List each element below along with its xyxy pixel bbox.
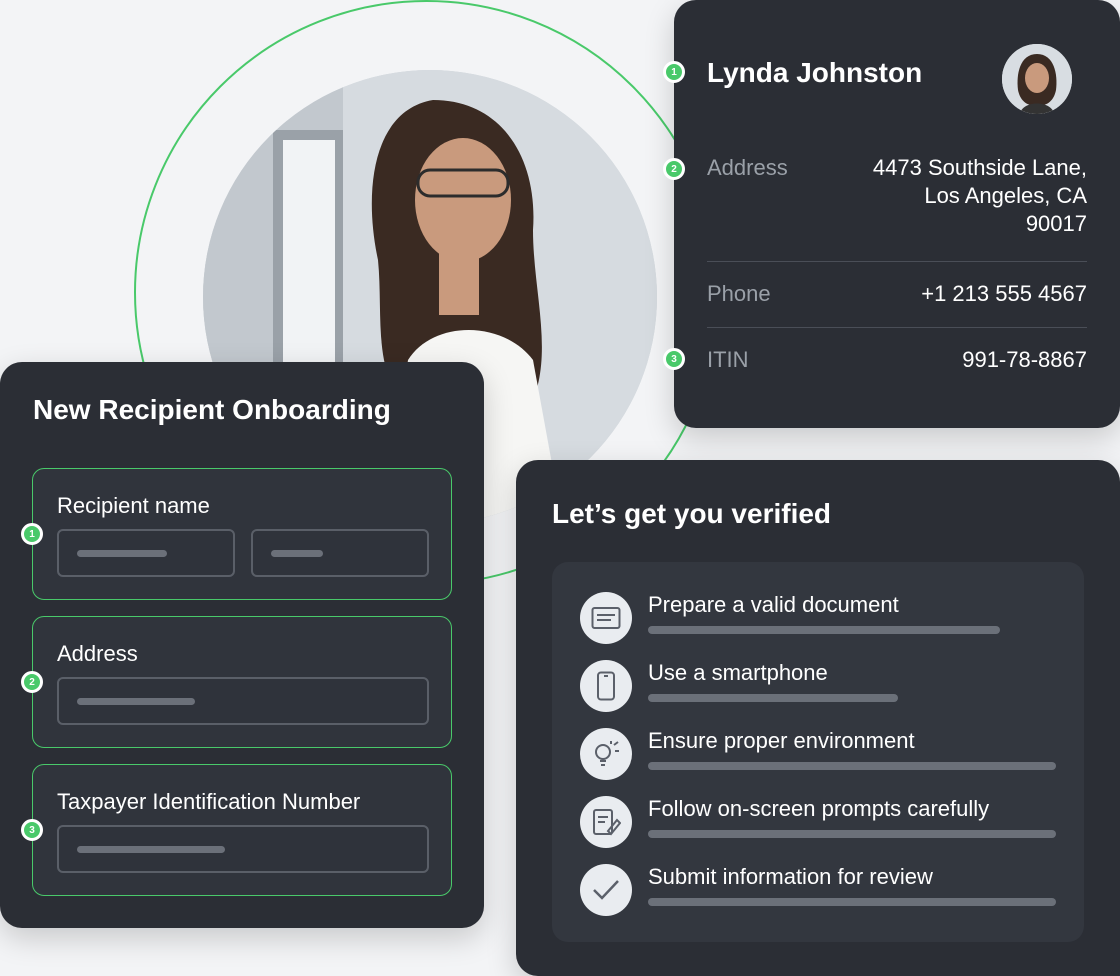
phone-value: +1 213 555 4567 — [921, 281, 1087, 306]
onboarding-card: New Recipient Onboarding Recipient name … — [0, 362, 484, 928]
step-item: Submit information for review — [552, 858, 1084, 926]
steps-panel: Prepare a valid document Use a smartphon… — [552, 562, 1084, 942]
step-label: Ensure proper environment — [648, 728, 915, 753]
address-label: Address — [707, 155, 788, 180]
step-label: Submit information for review — [648, 864, 933, 889]
itin-label: ITIN — [707, 347, 749, 372]
step-progress-bar — [648, 626, 1000, 634]
last-name-input[interactable] — [251, 529, 429, 577]
address-field: Address — [32, 616, 452, 748]
step-label: Follow on-screen prompts carefully — [648, 796, 990, 821]
document-icon — [580, 592, 632, 644]
verification-card: Let’s get you verified Prepare a valid d… — [516, 460, 1120, 976]
field-marker-2: 2 — [21, 671, 43, 693]
checkmark-icon — [580, 864, 632, 916]
first-name-input[interactable] — [57, 529, 235, 577]
step-item: Ensure proper environment — [552, 722, 1084, 790]
profile-card: Lynda Johnston Address 4473 Southside La… — [674, 0, 1120, 428]
edit-note-icon — [580, 796, 632, 848]
step-progress-bar — [648, 762, 1056, 770]
smartphone-icon — [580, 660, 632, 712]
itin-value: 991-78-8867 — [962, 347, 1087, 372]
lightbulb-icon — [580, 728, 632, 780]
field-marker-3: 3 — [21, 819, 43, 841]
onboarding-title: New Recipient Onboarding — [33, 394, 391, 425]
step-marker-3: 3 — [663, 348, 685, 370]
step-label: Prepare a valid document — [648, 592, 899, 617]
tin-field: Taxpayer Identification Number — [32, 764, 452, 896]
address-input[interactable] — [57, 677, 429, 725]
field-marker-1: 1 — [21, 523, 43, 545]
step-label: Use a smartphone — [648, 660, 828, 685]
phone-label: Phone — [707, 281, 771, 306]
field-label: Recipient name — [57, 493, 210, 518]
step-progress-bar — [648, 830, 1056, 838]
step-item: Follow on-screen prompts carefully — [552, 790, 1084, 858]
tin-input[interactable] — [57, 825, 429, 873]
divider — [707, 327, 1087, 328]
step-progress-bar — [648, 898, 1056, 906]
divider — [707, 261, 1087, 262]
step-item: Use a smartphone — [552, 654, 1084, 722]
field-label: Taxpayer Identification Number — [57, 789, 361, 814]
avatar — [1002, 44, 1072, 114]
field-label: Address — [57, 641, 138, 666]
recipient-name-field: Recipient name — [32, 468, 452, 600]
step-marker-2: 2 — [663, 158, 685, 180]
profile-name: Lynda Johnston — [707, 57, 923, 88]
address-value: 4473 Southside Lane, Los Angeles, CA 900… — [872, 155, 1087, 236]
step-marker-1: 1 — [663, 61, 685, 83]
step-progress-bar — [648, 694, 898, 702]
step-item: Prepare a valid document — [552, 586, 1084, 654]
verification-title: Let’s get you verified — [552, 498, 832, 529]
